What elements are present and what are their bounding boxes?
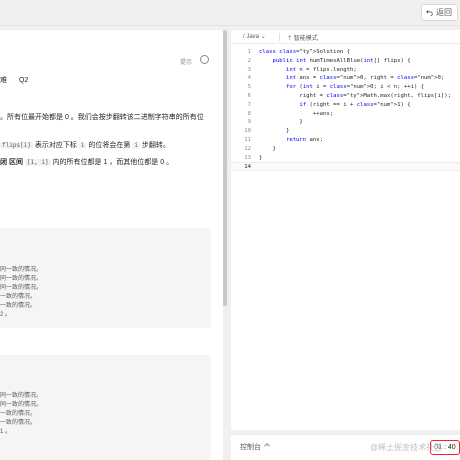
line-number: 12	[244, 145, 251, 152]
contest-tag: Q2	[18, 77, 29, 84]
console-toggle[interactable]: 控制台	[240, 442, 261, 452]
code-text: if (right == i + class="num">1) {	[299, 101, 411, 108]
code-line[interactable]: 3 int n = flips.length;	[231, 66, 460, 75]
undo-icon	[426, 10, 433, 16]
example-line: 同一致的情况。	[0, 276, 43, 282]
description-line: flips[i] 表示对应下标 i 的位将会在第 i 步翻转。	[0, 142, 170, 149]
code-line[interactable]: 8 ++ans;	[231, 110, 460, 119]
scrollbar[interactable]	[223, 30, 227, 306]
line-number: 5	[247, 84, 251, 91]
code-text: public int numTimesAllBlue(int[] flips) …	[272, 57, 411, 64]
code-text: }	[259, 119, 303, 126]
code-line[interactable]: 12 }	[231, 145, 460, 154]
code-text: }	[259, 145, 276, 152]
line-number: 1	[247, 49, 251, 55]
code-line[interactable]: 1 class class="ty">Solution {	[231, 48, 460, 57]
smart-mode-toggle[interactable]: ⇡ 智能模式	[287, 33, 318, 42]
example-line: 同一致的情况。	[0, 402, 43, 408]
description-line: 。所有位最开始都是 0 。我们会按步翻转该二进制字符串的所有位	[0, 114, 204, 121]
code-line[interactable]: 2 public int numTimesAllBlue(int[] flips…	[231, 57, 460, 66]
line-number: 8	[247, 110, 251, 117]
example-line: 同一致的情况。	[0, 393, 43, 399]
problem-panel: 提示 难 Q2 。所有位最开始都是 0 。我们会按步翻转该二进制字符串的所有位 …	[0, 30, 223, 460]
code-text: }	[259, 128, 290, 135]
line-number: 7	[247, 101, 251, 108]
line-number: 10	[244, 128, 251, 135]
code-editor[interactable]: / Java ⌄ ⇡ 智能模式 1 class class="ty">Soluti…	[231, 30, 460, 430]
example-line: 同一致的情况。	[0, 285, 43, 291]
line-number: 11	[244, 136, 251, 143]
top-bar: 返回	[0, 0, 460, 26]
line-number: 14	[244, 164, 251, 171]
inline-code: flips[i]	[0, 142, 33, 149]
example-line: 2 。	[0, 312, 12, 318]
line-number: 13	[244, 154, 251, 161]
example-line: 一致的情况。	[0, 294, 37, 300]
example-block: 同一致的情况。 同一致的情况。 一致的情况。 一致的情况。 1 。	[0, 355, 211, 460]
line-number: 9	[247, 119, 251, 126]
example-line: 同一致的情况。	[0, 267, 43, 273]
code-line[interactable]: 11 return ans;	[231, 136, 460, 145]
line-number: 2	[247, 57, 251, 64]
code-line[interactable]: 9 }	[231, 118, 460, 127]
back-button-label: 返回	[436, 8, 452, 17]
toolbar-divider	[279, 33, 280, 41]
code-line[interactable]: 13}	[231, 154, 460, 163]
code-text: int ans = class="num">0, right = class="…	[285, 75, 445, 82]
example-line: 一致的情况。	[0, 303, 37, 309]
back-button[interactable]: 返回	[421, 4, 458, 21]
editor-toolbar: / Java ⌄ ⇡ 智能模式	[231, 30, 460, 44]
code-text: right = class="ty">Math.max(right, flips…	[259, 92, 451, 99]
code-text: int n = flips.length;	[285, 66, 357, 73]
inline-code: [1, i]	[24, 159, 51, 166]
example-line: 1 。	[0, 429, 12, 435]
code-text: class class="ty">Solution {	[259, 49, 350, 55]
line-number: 3	[247, 66, 251, 73]
hint-label[interactable]: 提示	[180, 57, 192, 66]
code-line[interactable]: 14	[231, 162, 460, 172]
description-line: 闭 区间 [1, i] 内的所有位都是 1 ，而其他位都是 0 。	[0, 159, 174, 166]
code-line[interactable]: 10 }	[231, 127, 460, 136]
line-number: 4	[247, 75, 251, 82]
code-text: }	[259, 154, 263, 161]
info-icon[interactable]	[200, 55, 209, 64]
code-line[interactable]: 5 for (int i = class="num">0; i < n; ++i…	[231, 83, 460, 92]
code-text: ++ans;	[259, 110, 334, 117]
code-line[interactable]: 4 int ans = class="num">0, right = class…	[231, 74, 460, 83]
watermark: @稀土掘金技术社区	[370, 443, 443, 452]
example-line: 一致的情况。	[0, 411, 37, 417]
difficulty-tag: 难	[0, 77, 7, 84]
language-select[interactable]: / Java ⌄	[243, 33, 266, 40]
example-line: 一致的情况。	[0, 420, 37, 426]
example-block: 同一致的情况。 同一致的情况。 同一致的情况。 一致的情况。 一致的情况。 2 …	[0, 228, 211, 328]
code-text: for (int i = class="num">0; i < n; ++i) …	[285, 84, 425, 91]
chevron-up-icon[interactable]	[264, 443, 270, 449]
problem-tags: 难 Q2	[0, 75, 38, 85]
line-number: 6	[247, 92, 251, 99]
code-line[interactable]: 7 if (right == i + class="num">1) {	[231, 101, 460, 110]
code-text: return ans;	[285, 136, 324, 143]
code-line[interactable]: 6 right = class="ty">Math.max(right, fli…	[231, 92, 460, 101]
inline-code: i	[132, 142, 140, 149]
code-area[interactable]: 1 class class="ty">Solution { 2 public int…	[231, 48, 460, 172]
